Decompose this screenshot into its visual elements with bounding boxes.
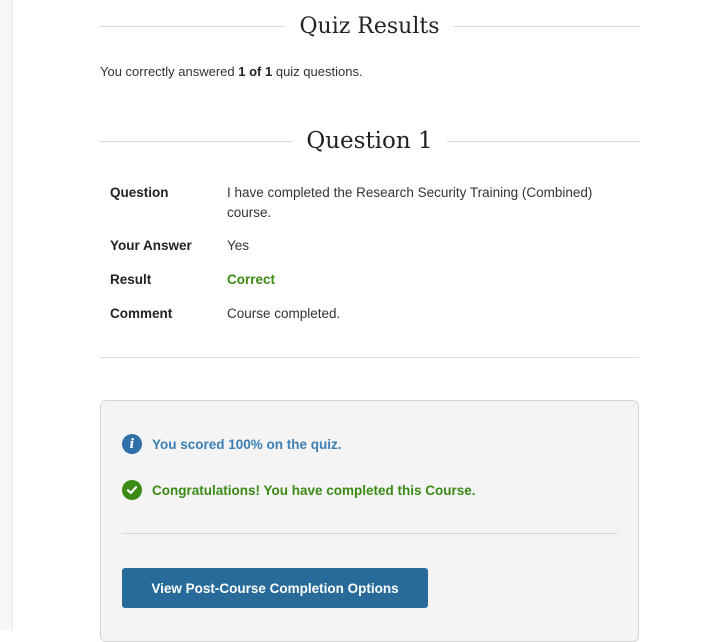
score-message: i You scored 100% on the quiz. <box>122 434 342 454</box>
section-divider <box>100 357 639 358</box>
check-circle-icon <box>122 480 142 500</box>
score-message-text: You scored 100% on the quiz. <box>152 436 342 452</box>
completion-message-text: Congratulations! You have completed this… <box>152 482 476 498</box>
heading-rule-right <box>446 140 640 142</box>
page-left-edge <box>0 0 13 631</box>
result-correct-text: Correct <box>227 272 276 287</box>
summary-suffix: quiz questions. <box>272 64 363 79</box>
qa-label: Result <box>110 272 152 287</box>
heading-rule-left <box>100 25 286 27</box>
qa-value: I have completed the Research Security T… <box>227 185 593 220</box>
quiz-results-heading: Quiz Results <box>100 10 640 42</box>
quiz-summary: You correctly answered 1 of 1 quiz quest… <box>100 64 363 79</box>
qa-label: Question <box>110 185 169 200</box>
qa-value: Yes <box>227 238 250 253</box>
question-heading: Question 1 <box>100 124 640 158</box>
summary-prefix: You correctly answered <box>100 64 239 79</box>
quiz-results-title: Quiz Results <box>299 13 440 39</box>
qa-value: Course completed. <box>227 306 341 321</box>
quiz-result-box: i You scored 100% on the quiz. Congratul… <box>100 400 639 642</box>
qa-label: Comment <box>110 306 173 321</box>
heading-rule-right <box>453 25 640 27</box>
heading-rule-left <box>100 140 293 142</box>
view-post-course-options-button[interactable]: View Post-Course Completion Options <box>122 568 428 608</box>
qa-label: Your Answer <box>110 238 192 253</box>
question-title: Question 1 <box>306 128 433 154</box>
box-divider <box>122 533 618 534</box>
info-circle-icon: i <box>122 434 142 454</box>
completion-message: Congratulations! You have completed this… <box>122 480 476 500</box>
summary-score: 1 of 1 <box>238 64 273 79</box>
